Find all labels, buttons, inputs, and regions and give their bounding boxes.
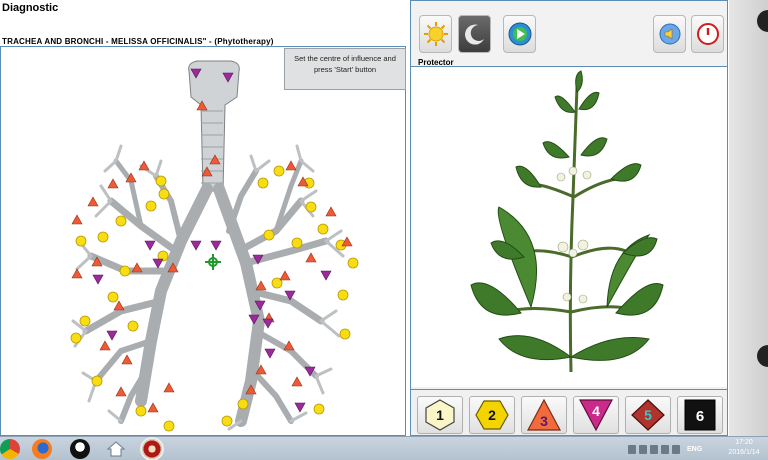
level-3-button[interactable]: 3: [521, 396, 567, 434]
hexagon-2-icon: 2: [475, 400, 509, 430]
triangle-down-4-icon: 4: [579, 399, 613, 431]
day-mode-button[interactable]: [419, 15, 452, 53]
sound-button[interactable]: [653, 15, 686, 53]
melissa-plant-image: [470, 70, 664, 373]
hexagon-1-icon: 1: [425, 399, 455, 431]
plant-leaves: [470, 70, 664, 361]
clock-time: 17:20: [735, 439, 753, 446]
system-tray: ENG: [628, 441, 702, 457]
diamond-5-icon: 5: [631, 399, 665, 431]
svg-text:5: 5: [644, 407, 652, 423]
remedy-image-area: [411, 67, 727, 387]
power-icon: [696, 23, 719, 45]
app-title: Diagnostic: [2, 2, 59, 14]
sound-icon: [659, 23, 680, 45]
window-edge-strip: [729, 0, 768, 460]
edge-circle-top: [757, 10, 768, 32]
start-button[interactable]: [503, 15, 536, 53]
protector-label: Protector: [418, 58, 454, 67]
level-selector-bar: 1 2 3 4 5 6: [411, 389, 727, 435]
tray-battery-icon[interactable]: [672, 444, 680, 454]
level-1-button[interactable]: 1: [417, 396, 463, 434]
level-5-button[interactable]: 5: [625, 396, 671, 434]
organ-view-panel[interactable]: [0, 46, 406, 436]
triangle-up-3-icon: 3: [527, 399, 561, 431]
home-icon[interactable]: [106, 439, 126, 459]
influence-center-crosshair: [205, 254, 221, 270]
play-forward-icon: [508, 22, 531, 46]
power-button[interactable]: [691, 15, 724, 53]
svg-text:2: 2: [488, 407, 496, 423]
night-mode-button[interactable]: [458, 15, 491, 53]
svg-text:3: 3: [540, 413, 548, 429]
square-6-icon: 6: [684, 399, 716, 431]
svg-text:4: 4: [592, 403, 600, 419]
tray-flag-icon[interactable]: [628, 444, 636, 454]
svg-text:1: 1: [436, 407, 444, 423]
edge-circle-bottom: [757, 345, 768, 367]
clock-date: 2016/1/14: [728, 449, 760, 456]
diagnostic-app-icon[interactable]: [142, 439, 162, 459]
svg-text:6: 6: [696, 408, 704, 425]
tray-network-icon[interactable]: [650, 444, 658, 454]
sun-icon: [423, 22, 448, 46]
tray-speaker-icon[interactable]: [661, 444, 669, 454]
clock[interactable]: 17:20 2016/1/14: [722, 438, 766, 458]
qq-icon[interactable]: [70, 439, 90, 459]
input-language[interactable]: ENG: [687, 446, 702, 453]
level-6-button[interactable]: 6: [677, 396, 723, 434]
protector-panel: Protector 1 2 3 4 5 6: [410, 0, 728, 436]
diagnostic-subtitle: TRACHEA AND BRONCHI - MELISSA OFFICINALI…: [2, 37, 274, 46]
moon-icon: [464, 24, 484, 45]
instruction-box: Set the centre of influence and press 'S…: [284, 48, 406, 90]
level-2-button[interactable]: 2: [469, 396, 515, 434]
firefox-icon[interactable]: [32, 439, 52, 459]
tray-monitor-icon[interactable]: [639, 444, 647, 454]
taskbar: ENG 17:20 2016/1/14: [0, 436, 768, 460]
chrome-icon[interactable]: [0, 439, 20, 459]
level-4-button[interactable]: 4: [573, 396, 619, 434]
protector-toolbar: Protector: [411, 1, 727, 67]
lungs-illustration[interactable]: [1, 47, 406, 436]
